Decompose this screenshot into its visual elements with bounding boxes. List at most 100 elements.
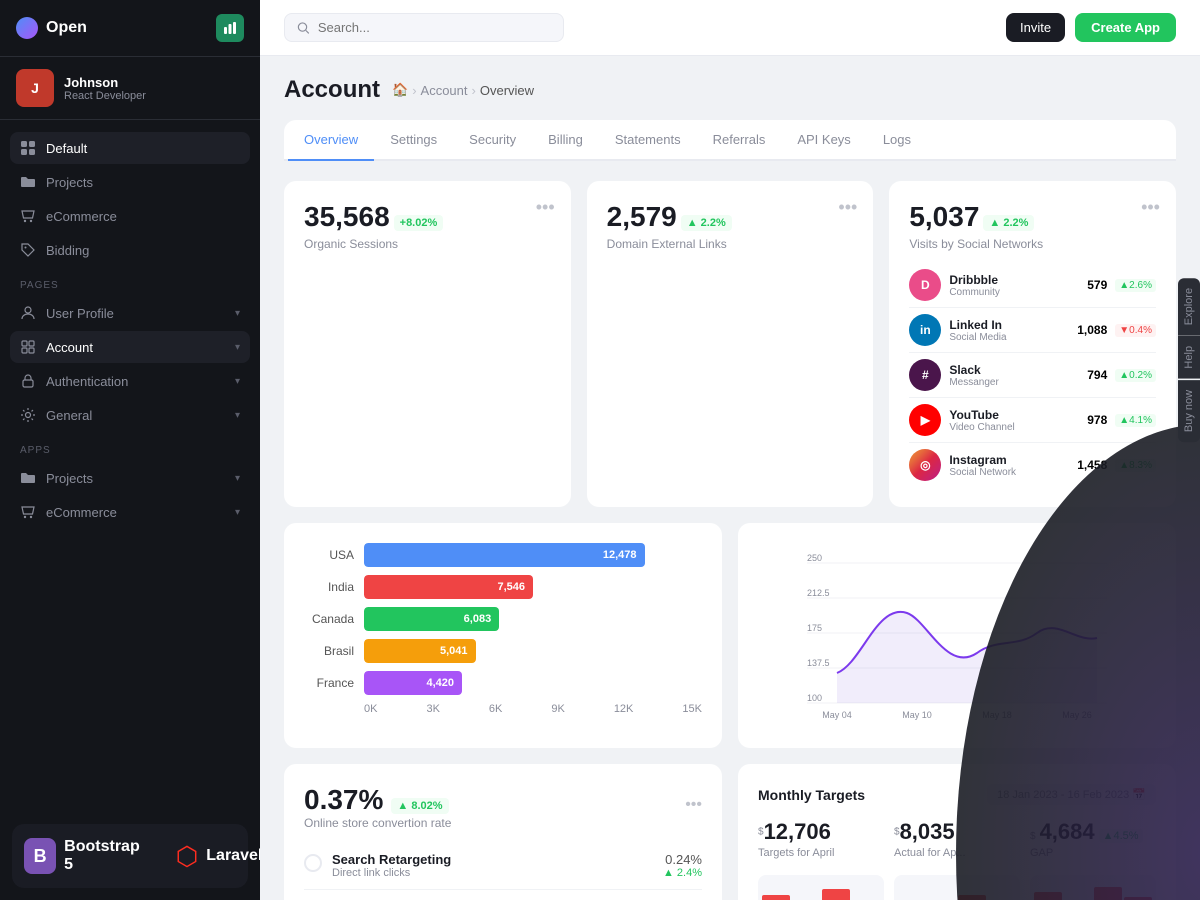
search-input[interactable] <box>318 20 551 35</box>
chevron-down-icon: ▾ <box>235 308 240 319</box>
sidebar-item-account[interactable]: Account ▾ <box>10 331 250 363</box>
bar-india: India 7,546 <box>304 575 702 599</box>
retargeting-item-2: al Retargeting Direct link clicks <box>304 890 702 900</box>
svg-text:137.5: 137.5 <box>807 658 830 668</box>
svg-text:100: 100 <box>807 693 822 703</box>
stat-more-3[interactable]: ••• <box>1141 197 1160 218</box>
sidebar-item-ecommerce-label: eCommerce <box>46 209 117 224</box>
laravel-label: Laravel <box>206 847 260 865</box>
sidebar-item-ecommerce-app[interactable]: eCommerce ▾ <box>10 496 250 528</box>
tag-icon <box>20 242 36 258</box>
lock-icon <box>20 373 36 389</box>
social-item-youtube: ▶ YouTube Video Channel 978 ▲4.1% <box>909 398 1156 443</box>
shop-icon <box>20 208 36 224</box>
tab-api-keys[interactable]: API Keys <box>781 120 866 161</box>
dribbble-icon: D <box>909 269 941 301</box>
tab-statements[interactable]: Statements <box>599 120 697 161</box>
stat-badge-2: ▲ 2.2% <box>681 215 732 231</box>
app-logo[interactable]: Open <box>16 17 87 39</box>
sidebar-item-user-profile[interactable]: User Profile ▾ <box>10 297 250 329</box>
bar-chart-card: USA 12,478 India 7,546 Canada 6,083 <box>284 523 722 748</box>
tab-billing[interactable]: Billing <box>532 120 599 161</box>
avatar: J <box>16 69 54 107</box>
chart-icon-btn[interactable] <box>216 14 244 42</box>
svg-text:212.5: 212.5 <box>807 588 830 598</box>
buy-now-label[interactable]: Buy now <box>1178 380 1200 442</box>
search-box[interactable] <box>284 13 564 42</box>
bar-brasil: Brasil 5,041 <box>304 639 702 663</box>
tab-security[interactable]: Security <box>453 120 532 161</box>
sidebar: Open J Johnson React Developer Default P… <box>0 0 260 900</box>
linkedin-icon: in <box>909 314 941 346</box>
sidebar-item-authentication[interactable]: Authentication ▾ <box>10 365 250 397</box>
sidebar-item-bidding[interactable]: Bidding <box>10 234 250 266</box>
sidebar-item-projects[interactable]: Projects <box>10 166 250 198</box>
stat-number-2: 2,579 <box>607 201 677 233</box>
breadcrumb-sep-2: › <box>472 83 476 98</box>
line-chart-svg: 250 212.5 175 137.5 100 May 04 May 10 Ma… <box>758 543 1156 723</box>
svg-text:May 10: May 10 <box>902 710 932 720</box>
search-icon <box>297 21 310 35</box>
target-item-2: $8,035 Actual for Ap... <box>894 819 1020 859</box>
invite-button[interactable]: Invite <box>1006 13 1065 42</box>
svg-text:May 26: May 26 <box>1062 710 1092 720</box>
sidebar-item-general[interactable]: General ▾ <box>10 399 250 431</box>
bar-usa: USA 12,478 <box>304 543 702 567</box>
tab-logs[interactable]: Logs <box>867 120 927 161</box>
breadcrumb-account[interactable]: Account <box>421 83 468 98</box>
svg-text:May 18: May 18 <box>982 710 1012 720</box>
sidebar-item-projects-label: Projects <box>46 175 93 190</box>
social-item-slack: # Slack Messanger 794 ▲0.2% <box>909 353 1156 398</box>
chevron-down-icon-3: ▾ <box>235 376 240 387</box>
stat-number-1: 35,568 <box>304 201 390 233</box>
svg-text:175: 175 <box>807 623 822 633</box>
bootstrap-icon: B <box>24 838 56 874</box>
stat-more-1[interactable]: ••• <box>536 197 555 218</box>
stat-label-1: Organic Sessions <box>304 237 551 251</box>
help-label[interactable]: Help <box>1178 336 1200 379</box>
social-item-linkedin: in Linked In Social Media 1,088 ▼0.4% <box>909 308 1156 353</box>
target-item-1: $12,706 Targets for April <box>758 819 884 859</box>
grid-icon <box>20 140 36 156</box>
chevron-down-icon-2: ▾ <box>235 342 240 353</box>
sidebar-item-default[interactable]: Default <box>10 132 250 164</box>
stat-badge-1: +8.02% <box>394 215 444 231</box>
tab-referrals[interactable]: Referrals <box>697 120 782 161</box>
tab-settings[interactable]: Settings <box>374 120 453 161</box>
sidebar-item-default-label: Default <box>46 141 87 156</box>
target-item-3: $4,684▲4.5% GAP <box>1030 819 1156 859</box>
stat-card-organic: 35,568 +8.02% Organic Sessions ••• <box>284 181 571 507</box>
sidebar-item-ecommerce[interactable]: eCommerce <box>10 200 250 232</box>
breadcrumb: 🏠 › Account › Overview <box>392 82 534 98</box>
sidebar-item-projects-app[interactable]: Projects ▾ <box>10 462 250 494</box>
retargeting-item-1: Search Retargeting Direct link clicks 0.… <box>304 842 702 890</box>
explore-label[interactable]: Explore <box>1178 278 1200 335</box>
svg-text:250: 250 <box>807 553 822 563</box>
shop-icon-2 <box>20 504 36 520</box>
conversion-card: 0.37% ▲ 8.02% ••• Online store convertio… <box>284 764 722 900</box>
targets-card: Monthly Targets 18 Jan 2023 - 16 Feb 202… <box>738 764 1176 900</box>
breadcrumb-home[interactable]: 🏠 <box>392 82 408 98</box>
stat-number-3: 5,037 <box>909 201 979 233</box>
bar-france: France 4,420 <box>304 671 702 695</box>
create-app-button[interactable]: Create App <box>1075 13 1176 42</box>
page-title: Account <box>284 76 380 104</box>
folder-icon-2 <box>20 470 36 486</box>
slack-icon: # <box>909 359 941 391</box>
sidebar-item-projects-app-label: Projects <box>46 471 93 486</box>
side-labels-panel: Explore Help Buy now <box>1178 278 1200 442</box>
instagram-icon: ◎ <box>909 449 941 481</box>
stat-more-2[interactable]: ••• <box>838 197 857 218</box>
conversion-more[interactable]: ••• <box>685 796 702 814</box>
sidebar-item-account-label: Account <box>46 340 93 355</box>
tab-overview[interactable]: Overview <box>288 120 374 161</box>
stat-card-social: 5,037 ▲ 2.2% Visits by Social Networks •… <box>889 181 1176 507</box>
sidebar-item-user-profile-label: User Profile <box>46 306 114 321</box>
app-name: Open <box>46 19 87 37</box>
conversion-badge: ▲ 8.02% <box>391 798 448 814</box>
line-chart-card: 250 212.5 175 137.5 100 May 04 May 10 Ma… <box>738 523 1176 748</box>
targets-title: Monthly Targets <box>758 787 865 803</box>
stat-badge-3: ▲ 2.2% <box>983 215 1034 231</box>
laravel-icon: ⬡ <box>176 841 199 872</box>
breadcrumb-sep-1: › <box>412 83 416 98</box>
